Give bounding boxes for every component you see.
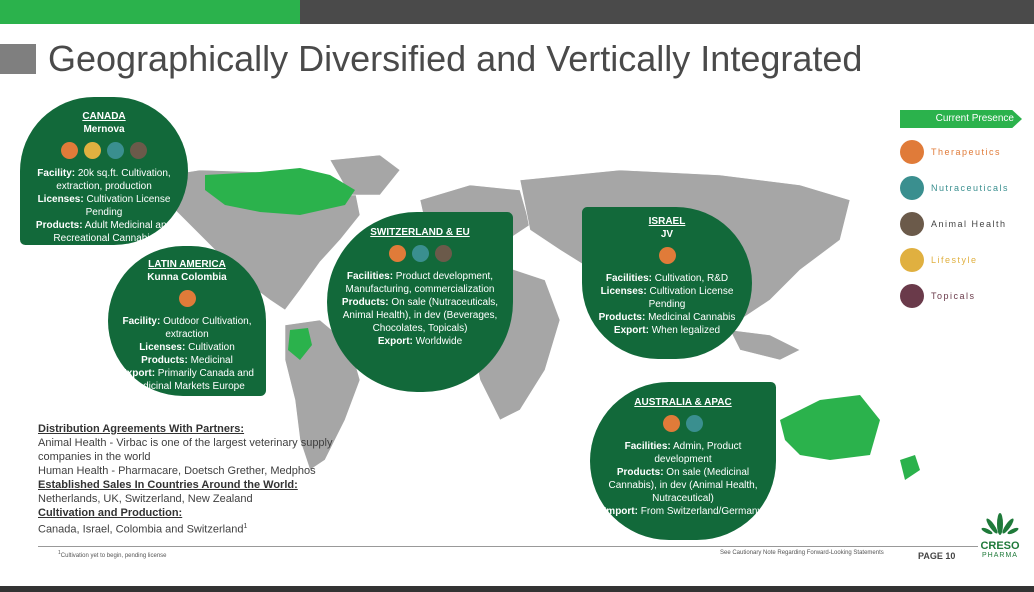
israel-licenses: Licenses: Cultivation License Pending bbox=[600, 286, 734, 310]
lifestyle-icon bbox=[84, 142, 101, 159]
therapeutics-icon bbox=[663, 415, 680, 432]
swiss-title: SWITZERLAND & EU bbox=[370, 227, 470, 238]
canada-facility: Facility: 20k sq.ft. Cultivation, extrac… bbox=[37, 168, 171, 192]
legend-label: Therapeutics bbox=[931, 147, 1002, 157]
distribution-line: Animal Health - Virbac is one of the lar… bbox=[38, 437, 333, 463]
page-number: PAGE 10 bbox=[918, 551, 956, 561]
cannabis-leaf-icon bbox=[981, 513, 1019, 535]
australia-highlight bbox=[780, 395, 880, 460]
nutraceuticals-icon bbox=[107, 142, 124, 159]
title-marker bbox=[0, 44, 36, 74]
latam-products: Products: Medicinal bbox=[141, 355, 233, 366]
legend-item-lifestyle: Lifestyle bbox=[900, 242, 1022, 278]
swiss-products: Products: On sale (Nutraceuticals, Anima… bbox=[341, 297, 499, 334]
swiss-bubble: SWITZERLAND & EU Facilities: Product dev… bbox=[327, 212, 513, 392]
swiss-icons bbox=[335, 245, 505, 262]
legend-item-therapeutics: Therapeutics bbox=[900, 134, 1022, 170]
legend-label: Nutraceuticals bbox=[931, 183, 1010, 193]
australia-import: Import: From Switzerland/Germany bbox=[603, 506, 763, 517]
australia-icons bbox=[598, 415, 768, 432]
israel-export: Export: When legalized bbox=[613, 325, 721, 336]
legend-item-animal-health: Animal Health bbox=[900, 206, 1022, 242]
nutraceuticals-icon bbox=[686, 415, 703, 432]
israel-icons bbox=[586, 247, 748, 264]
therapeutics-icon bbox=[388, 245, 406, 262]
creso-logo: CRESO PHARMA bbox=[974, 512, 1026, 559]
presence-legend: Current Presence Therapeutics Nutraceuti… bbox=[900, 110, 1022, 314]
nutraceuticals-icon bbox=[900, 176, 924, 200]
latam-export: Export: Primarily Canada and Medicinal M… bbox=[120, 368, 254, 392]
new-zealand-highlight bbox=[900, 455, 920, 480]
lifestyle-icon bbox=[900, 248, 924, 272]
animal-health-icon bbox=[130, 142, 147, 159]
bottom-bar bbox=[0, 586, 1034, 592]
therapeutics-icon bbox=[658, 247, 676, 264]
legend-label: Topicals bbox=[931, 291, 976, 301]
legend-item-nutraceuticals: Nutraceuticals bbox=[900, 170, 1022, 206]
canada-bubble: CANADA Mernova Facility: 20k sq.ft. Cult… bbox=[20, 97, 188, 245]
canada-subtitle: Mernova bbox=[83, 124, 125, 135]
israel-subtitle: JV bbox=[660, 229, 674, 240]
latam-subtitle: Kunna Colombia bbox=[147, 272, 227, 283]
latam-title: LATIN AMERICA bbox=[148, 259, 226, 270]
animal-health-icon bbox=[900, 212, 924, 236]
legend-header: Current Presence bbox=[900, 110, 1022, 128]
top-bar-accent bbox=[0, 0, 300, 24]
distribution-block: Distribution Agreements With Partners: A… bbox=[38, 422, 338, 537]
canada-products: Products: Adult Medicinal and Recreation… bbox=[35, 220, 173, 244]
footnote: 1Cultivation yet to begin, pending licen… bbox=[58, 550, 167, 559]
latam-facility: Facility: Outdoor Cultivation, extractio… bbox=[122, 316, 252, 340]
logo-name: CRESO bbox=[980, 540, 1020, 552]
swiss-facilities: Facilities: Product development, Manufac… bbox=[345, 271, 495, 295]
israel-facilities: Facilities: Cultivation, R&D bbox=[605, 273, 729, 284]
therapeutics-icon bbox=[178, 290, 196, 307]
legend-label: Lifestyle bbox=[931, 255, 978, 265]
nutraceuticals-icon bbox=[411, 245, 429, 262]
australia-facilities: Facilities: Admin, Product development bbox=[624, 441, 742, 465]
distribution-heading: Distribution Agreements With Partners: bbox=[38, 423, 245, 435]
legend-label: Animal Health bbox=[931, 219, 1007, 229]
australia-title: AUSTRALIA & APAC bbox=[634, 397, 732, 408]
footer-divider bbox=[38, 546, 978, 547]
swiss-export: Export: Worldwide bbox=[377, 336, 463, 347]
canada-title: CANADA bbox=[82, 111, 126, 122]
therapeutics-icon bbox=[61, 142, 78, 159]
cultivation-line: Canada, Israel, Colombia and Switzerland… bbox=[38, 523, 248, 536]
israel-products: Products: Medicinal Cannabis bbox=[598, 312, 736, 323]
latam-licenses: Licenses: Cultivation bbox=[139, 342, 235, 353]
canada-icons bbox=[26, 142, 182, 159]
distribution-line: Human Health - Pharmacare, Doetsch Greth… bbox=[38, 465, 316, 477]
page-title: Geographically Diversified and Verticall… bbox=[48, 38, 863, 79]
australia-products: Products: On sale (Medicinal Cannabis), … bbox=[608, 467, 758, 504]
israel-bubble: ISRAEL JV Facilities: Cultivation, R&D L… bbox=[582, 207, 752, 359]
cultivation-heading: Cultivation and Production: bbox=[38, 507, 183, 519]
topicals-icon bbox=[900, 284, 924, 308]
animal-health-icon bbox=[434, 245, 452, 262]
israel-title: ISRAEL bbox=[648, 216, 686, 227]
sales-line: Netherlands, UK, Switzerland, New Zealan… bbox=[38, 493, 253, 505]
latam-icons bbox=[114, 290, 260, 307]
canada-licenses: Licenses: Cultivation License Pending bbox=[37, 194, 171, 218]
latam-bubble: LATIN AMERICA Kunna Colombia Facility: O… bbox=[108, 246, 266, 396]
cautionary-note: See Cautionary Note Regarding Forward-Lo… bbox=[720, 550, 884, 556]
australia-bubble: AUSTRALIA & APAC Facilities: Admin, Prod… bbox=[590, 382, 776, 540]
logo-sub: PHARMA bbox=[982, 552, 1018, 559]
therapeutics-icon bbox=[900, 140, 924, 164]
legend-item-topicals: Topicals bbox=[900, 278, 1022, 314]
sales-heading: Established Sales In Countries Around th… bbox=[38, 479, 298, 491]
